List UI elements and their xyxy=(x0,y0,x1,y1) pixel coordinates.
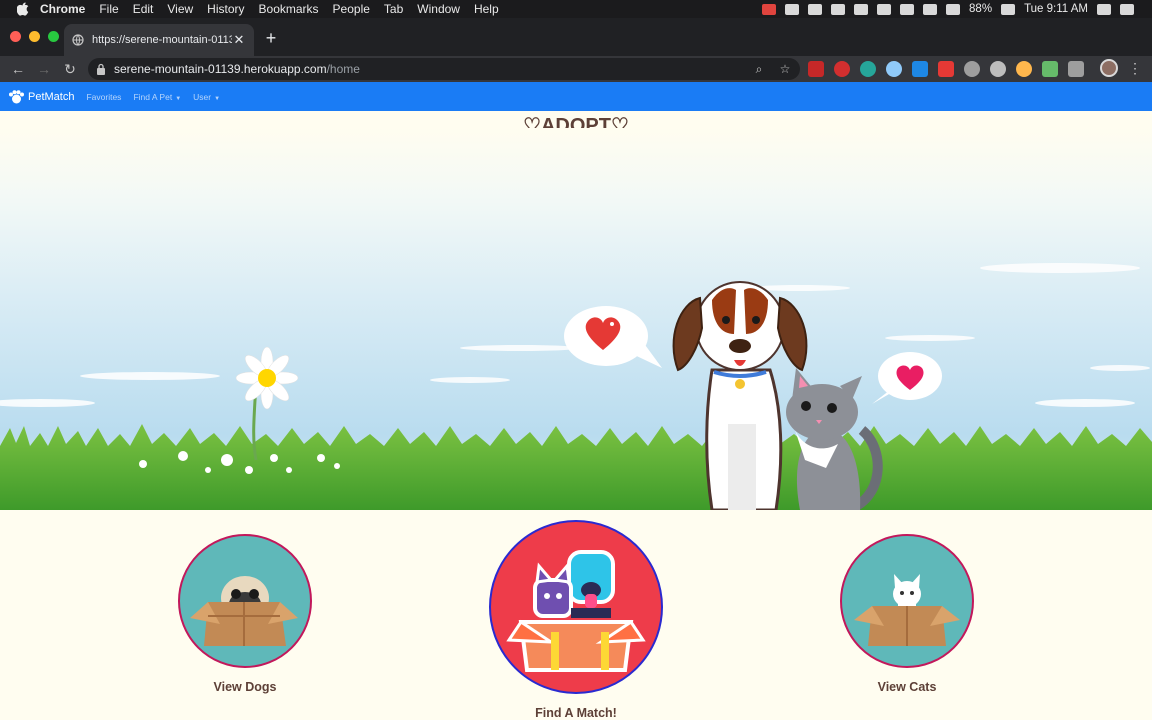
brand-link[interactable]: PetMatch xyxy=(8,89,75,104)
notification-center-icon[interactable] xyxy=(1120,3,1134,15)
eject-icon[interactable] xyxy=(946,3,961,15)
new-tab-icon[interactable]: + xyxy=(262,29,280,47)
extension-9-icon[interactable] xyxy=(1016,61,1032,77)
extension-2-icon[interactable] xyxy=(834,61,850,77)
screenshot-status-icon[interactable] xyxy=(854,3,869,15)
evernote-status-icon[interactable] xyxy=(808,3,823,15)
extension-3-icon[interactable] xyxy=(860,61,876,77)
spotlight-search-icon[interactable] xyxy=(1097,3,1111,15)
menu-help[interactable]: Help xyxy=(474,2,499,16)
menu-edit[interactable]: Edit xyxy=(133,2,154,16)
profile-avatar[interactable] xyxy=(1100,59,1118,77)
extension-icons xyxy=(808,61,1084,77)
view-cats-label[interactable]: View Cats xyxy=(840,680,974,694)
browser-tab-strip: https://serene-mountain-01139 ✕ + xyxy=(0,18,1152,56)
zoom-status-icon[interactable] xyxy=(785,3,800,15)
caret-down-icon: ▼ xyxy=(214,95,221,102)
pug-in-box-icon xyxy=(190,576,298,646)
paw-logo-icon xyxy=(9,89,24,103)
view-cats-card[interactable]: View Cats xyxy=(840,534,974,694)
maximize-window-button[interactable] xyxy=(48,31,59,42)
zoom-search-icon[interactable]: ⌕ xyxy=(752,62,766,76)
extension-11-icon[interactable] xyxy=(1068,61,1084,77)
browser-toolbar: ← → ↻ serene-mountain-01139.herokuapp.co… xyxy=(0,56,1152,82)
menu-window[interactable]: Window xyxy=(417,2,460,16)
menu-clock[interactable]: Tue 9:11 AM xyxy=(1024,3,1088,15)
cat-in-box-image[interactable] xyxy=(840,534,974,668)
forward-arrow-icon[interactable]: → xyxy=(36,61,52,77)
extension-8-icon[interactable] xyxy=(990,61,1006,77)
menu-tab[interactable]: Tab xyxy=(384,2,403,16)
recording-status-icon[interactable] xyxy=(762,3,777,15)
caret-down-icon: ▼ xyxy=(175,95,182,102)
menu-people[interactable]: People xyxy=(333,2,370,16)
brand-name: PetMatch xyxy=(28,90,75,103)
page-viewport: PetMatch Favorites Find A Pet ▼ User ▼ ♡AD… xyxy=(0,82,1152,720)
site-navbar: PetMatch Favorites Find A Pet ▼ User ▼ xyxy=(0,82,1152,111)
extension-6-icon[interactable] xyxy=(938,61,954,77)
apple-menu-icon[interactable] xyxy=(16,2,30,16)
tools-status-icon[interactable] xyxy=(877,3,892,15)
tab-active[interactable]: https://serene-mountain-01139 ✕ xyxy=(64,24,254,56)
cat-and-dog-in-box-icon xyxy=(506,550,646,672)
menu-view[interactable]: View xyxy=(167,2,193,16)
view-dogs-card[interactable]: View Dogs xyxy=(178,534,312,694)
battery-percent[interactable]: 88% xyxy=(969,3,992,15)
airplay-icon[interactable] xyxy=(900,3,915,15)
wifi-icon[interactable] xyxy=(923,3,938,15)
back-arrow-icon[interactable]: ← xyxy=(10,61,26,77)
view-dogs-label[interactable]: View Dogs xyxy=(178,680,312,694)
cursor-status-icon[interactable] xyxy=(831,3,846,15)
nav-favorites[interactable]: Favorites xyxy=(86,92,121,102)
address-bar[interactable]: serene-mountain-01139.herokuapp.com/home… xyxy=(88,58,800,80)
hero-banner-illustration xyxy=(0,128,1152,510)
url-host: serene-mountain-01139.herokuapp.com xyxy=(114,62,327,76)
window-controls xyxy=(10,31,59,42)
nav-find-a-pet-dropdown[interactable]: Find A Pet ▼ xyxy=(133,92,181,102)
menu-app-name[interactable]: Chrome xyxy=(40,2,85,16)
extension-7-icon[interactable] xyxy=(964,61,980,77)
extension-10-icon[interactable] xyxy=(1042,61,1058,77)
minimize-window-button[interactable] xyxy=(29,31,40,42)
tab-title: https://serene-mountain-01139 xyxy=(92,34,232,46)
dog-in-box-image[interactable] xyxy=(178,534,312,668)
find-a-match-label[interactable]: Find A Match! xyxy=(489,706,663,720)
url-path: /home xyxy=(326,62,360,76)
nav-user-label: User xyxy=(193,91,212,102)
bookmark-star-icon[interactable]: ☆ xyxy=(778,62,792,76)
nav-find-a-pet-label: Find A Pet xyxy=(133,91,173,102)
close-window-button[interactable] xyxy=(10,31,21,42)
reload-icon[interactable]: ↻ xyxy=(62,61,78,77)
lock-icon xyxy=(97,63,105,75)
globe-icon xyxy=(72,34,84,46)
status-area: 88% Tue 9:11 AM xyxy=(762,0,1152,18)
menu-bookmarks[interactable]: Bookmarks xyxy=(259,2,319,16)
battery-icon[interactable] xyxy=(1001,3,1016,15)
menu-history[interactable]: History xyxy=(207,2,244,16)
tab-close-icon[interactable]: ✕ xyxy=(232,33,246,47)
extension-5-icon[interactable] xyxy=(912,61,928,77)
find-a-match-card[interactable]: Find A Match! xyxy=(489,520,663,720)
nav-user-dropdown[interactable]: User ▼ xyxy=(193,92,220,102)
macos-menu-bar: Chrome File Edit View History Bookmarks … xyxy=(0,0,1152,18)
match-image[interactable] xyxy=(489,520,663,694)
chrome-menu-icon[interactable]: ⋮ xyxy=(1128,59,1142,77)
extension-1-icon[interactable] xyxy=(808,61,824,77)
menu-file[interactable]: File xyxy=(99,2,118,16)
extension-4-icon[interactable] xyxy=(886,61,902,77)
cat-in-box-icon xyxy=(854,574,960,646)
